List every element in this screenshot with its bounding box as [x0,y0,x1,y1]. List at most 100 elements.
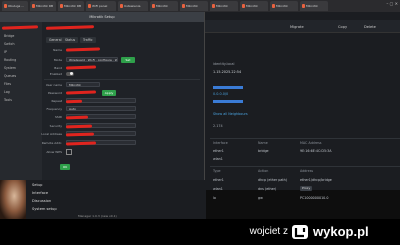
table-cell: bridge [258,149,269,153]
enabled-toggle[interactable] [66,71,74,76]
table-header: Type [213,169,221,173]
highlight-bar [213,86,243,89]
table-cell: ether1/dhcp/bridge [300,178,332,182]
browser-tab[interactable]: Ustawienia [118,1,148,11]
favicon-icon [301,4,305,8]
sidebar-item[interactable]: Log [4,90,10,94]
browser-tab[interactable]: Mikrotik RB [30,1,56,11]
field-label: Password [47,91,62,95]
favicon-icon [3,4,7,8]
ok-button[interactable]: OK [60,164,70,170]
favicon-icon [59,4,63,8]
watermark-user: wojciet z [249,226,288,237]
table-header: Action [258,169,269,173]
delete-button[interactable]: Delete [364,24,376,31]
table-header: Address [300,169,314,173]
field-label: SSID [54,115,62,119]
table-cell: lo [213,196,216,200]
frequency-field[interactable]: Auto [66,106,136,111]
table-pill[interactable]: Proxy [300,186,313,191]
sidebar-item[interactable]: Files [4,82,11,86]
table-cell: dhcp (ether path) [258,178,288,182]
sidebar-item[interactable]: Queues [4,74,16,78]
copy-button[interactable]: Copy [338,24,347,31]
table-cell: PC1000000010.0 [300,196,329,200]
browser-tab[interactable]: Mikrotik RB [58,1,84,11]
browser-tab[interactable]: Mikrotik [180,1,208,11]
wykop-brand: wykop.pl [313,224,369,239]
info-link[interactable]: 0.0.0.0/0 [213,92,228,96]
favicon-icon [211,4,215,8]
sidebar-item[interactable]: System [4,66,16,70]
field-label: Mode [53,58,62,62]
browser-tab-bar: Obsługa ... Mikrotik RB Mikrotik RB WiFi… [0,0,400,12]
tab-traffic[interactable]: Traffic [80,37,96,43]
migrate-button[interactable]: Migrate [290,24,304,31]
highlight-bar [213,100,243,103]
favicon-icon [87,4,91,8]
table-header: Interface [213,141,228,145]
sidebar-item[interactable]: Tools [4,98,12,102]
wps-checkbox[interactable] [66,149,72,155]
table-cell: wlan1 [213,157,223,161]
browser-tab[interactable]: Mikrotik [270,1,298,11]
field-label: Local Address [41,132,62,136]
toggle-knob [70,72,73,75]
list-item[interactable]: Setup [32,183,42,187]
set-button[interactable]: Set [121,56,135,63]
favicon-icon [241,4,245,8]
sidebar-item[interactable]: Switch [4,42,15,46]
field-label: Enabled [49,72,62,76]
redaction-mark [65,99,83,104]
window-controls[interactable]: – ▢ ✕ [386,1,398,6]
browser-tab[interactable]: Obsługa ... [2,1,28,11]
favicon-icon [119,4,123,8]
browser-tab[interactable]: Mikrotik [210,1,238,11]
field-label: User name [45,83,62,87]
sidebar-item[interactable]: IP [4,50,7,54]
divider [210,138,400,139]
favicon-icon [181,4,185,8]
list-item[interactable]: Interface [32,191,48,195]
apply-button[interactable]: Apply [102,90,116,96]
dialog-sidebar: Interfaces Bridge Switch IP Routing Syst… [0,22,42,180]
table-cell: ether1 [213,149,224,153]
divider [210,166,400,167]
field-label: Remote Addr. [41,141,62,145]
wykop-logo-icon [292,225,308,239]
favicon-icon [271,4,275,8]
table-header: Name [258,141,268,145]
favicon-icon [151,4,155,8]
field-label: Name [53,48,62,52]
field-label: Band [54,66,62,70]
table-header: MAC Address [300,141,322,145]
browser-tab[interactable]: Mikrotik [150,1,178,11]
status-bar: Manager 1.0.3 (new v0.1) [78,214,117,218]
tab-status[interactable]: Status [62,37,79,43]
browser-tab[interactable]: WiFi panel [86,1,116,11]
wykop-logo: wykop.pl [291,224,396,240]
username-field[interactable]: Mikrotik [66,82,100,87]
field-label: Frequency [46,107,63,111]
dialog-title: Mikrotik Setup [0,12,204,22]
field-label: Security [49,124,62,128]
sidebar-item[interactable]: Bridge [4,34,14,38]
list-item[interactable]: System setup [32,207,57,211]
table-cell: wlan1 [213,187,223,191]
info-line: 1.15.2025.22:54 [213,70,242,74]
list-item[interactable]: Discussion [32,199,51,203]
divider [44,79,200,80]
table-cell: dns (ether) [258,187,277,191]
table-cell: ether1 [213,178,224,182]
webcam-overlay [0,180,26,220]
sidebar-item[interactable]: Routing [4,58,16,62]
field-label: Repeat [51,99,62,103]
field-label: Allow WPS [46,150,62,154]
show-neighbours-link[interactable]: Show all Neighbours [213,112,248,116]
info-line: identity.local [213,62,235,66]
browser-tab[interactable]: Mikrotik [240,1,268,11]
browser-tab[interactable]: Mikrotik [300,1,328,11]
table-cell: 9E:16:6E:4C:D5:3A [300,149,332,153]
favicon-icon [31,4,35,8]
mode-field[interactable]: WireGuard · Wi-Fi · configure · Wireless… [66,57,118,62]
